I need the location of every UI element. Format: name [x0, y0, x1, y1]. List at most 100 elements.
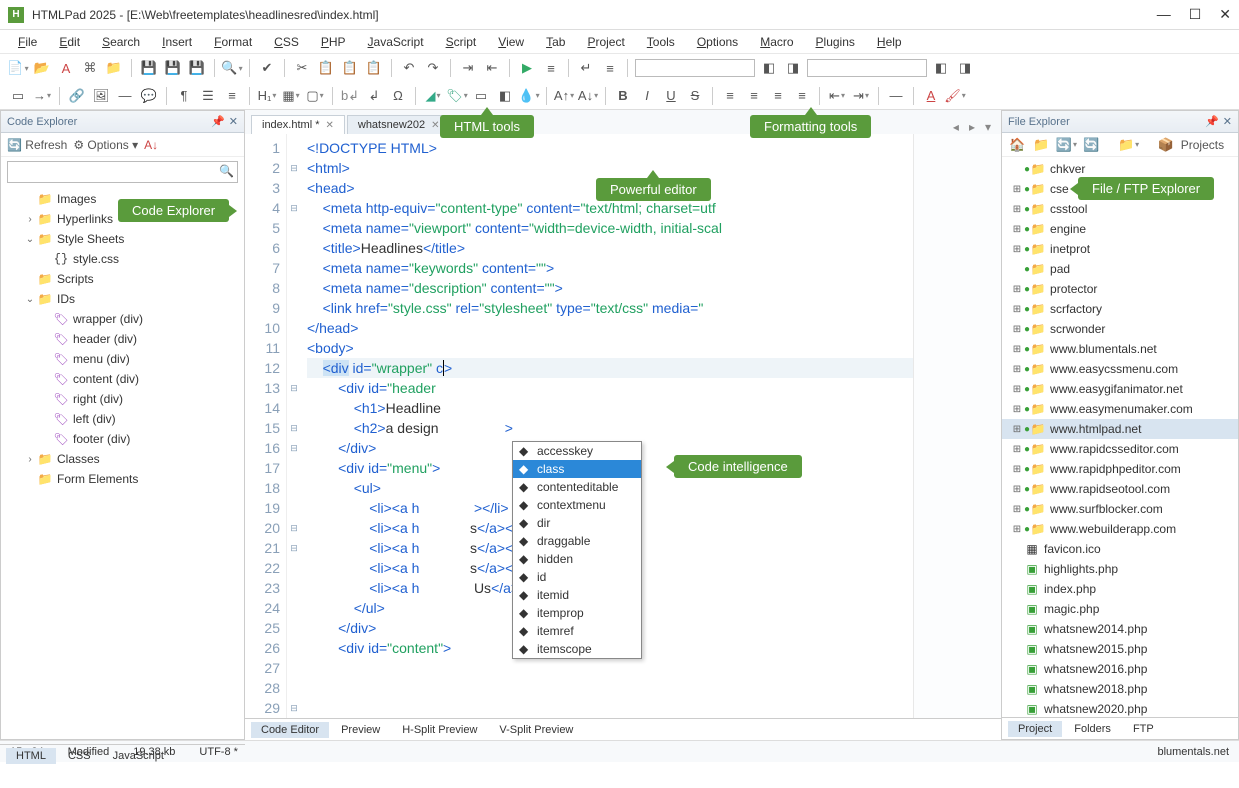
paragraph-icon[interactable]: ¶ — [174, 86, 194, 106]
tree-item[interactable]: 🏷content (div) — [1, 369, 244, 389]
bottom-tab[interactable]: CSS — [58, 748, 101, 764]
save-as-button[interactable]: 💾 — [187, 58, 207, 78]
pin-icon[interactable]: 📌 — [1205, 115, 1219, 128]
tree-item[interactable]: ⊞● 📁www.rapidcsseditor.com — [1002, 439, 1238, 459]
word-wrap-button[interactable]: ↵ — [576, 58, 596, 78]
tag-icon[interactable]: 🏷 — [447, 86, 467, 106]
folder-icon[interactable]: 📁 — [1032, 135, 1050, 155]
menu-insert[interactable]: Insert — [152, 33, 202, 51]
code-explorer-search[interactable] — [7, 161, 238, 183]
tree-item[interactable]: ⊞● 📁www.rapidphpeditor.com — [1002, 459, 1238, 479]
bottom-tab[interactable]: H-Split Preview — [392, 722, 487, 738]
close-panel-icon[interactable]: ✕ — [1223, 115, 1232, 128]
spellcheck-button[interactable]: ✔ — [257, 58, 277, 78]
pin-icon[interactable]: 📌 — [211, 115, 225, 128]
refresh-button[interactable]: 🔄 Refresh — [7, 138, 67, 152]
list-ul-icon[interactable]: ☰ — [198, 86, 218, 106]
menu-macro[interactable]: Macro — [750, 33, 803, 51]
align-left-icon[interactable]: ≡ — [720, 86, 740, 106]
autocomplete-item[interactable]: ◆itemprop — [513, 604, 641, 622]
tree-item[interactable]: ⊞● 📁inetprot — [1002, 239, 1238, 259]
redo-button[interactable]: ↷ — [423, 58, 443, 78]
menu-css[interactable]: CSS — [264, 33, 309, 51]
undo-button[interactable]: ↶ — [399, 58, 419, 78]
anchor-icon[interactable]: — — [115, 86, 135, 106]
omega-icon[interactable]: Ω — [388, 86, 408, 106]
bottom-tab[interactable]: Folders — [1064, 721, 1121, 737]
combobox-1[interactable] — [635, 59, 755, 77]
tree-item[interactable]: ⊞● 📁www.surfblocker.com — [1002, 499, 1238, 519]
sort-button[interactable]: A↓ — [144, 138, 158, 152]
close-panel-icon[interactable]: ✕ — [229, 115, 238, 128]
indent-right-icon[interactable]: ⇥ — [851, 86, 871, 106]
tab-next-icon[interactable]: ▸ — [965, 120, 979, 134]
bottom-tab[interactable]: FTP — [1123, 721, 1164, 737]
home-icon[interactable]: 🏠 — [1008, 135, 1026, 155]
tree-item[interactable]: ⊞● 📁scrfactory — [1002, 299, 1238, 319]
copy-button[interactable]: 📋 — [316, 58, 336, 78]
tree-item[interactable]: 📁Scripts — [1, 269, 244, 289]
font-inc-icon[interactable]: A↑ — [554, 86, 574, 106]
tree-item[interactable]: ⊞● 📁scrwonder — [1002, 319, 1238, 339]
new-file-button[interactable]: 📄 — [8, 58, 28, 78]
link-icon[interactable]: 🔗 — [67, 86, 87, 106]
bottom-tab[interactable]: JavaScript — [103, 748, 174, 764]
combobox-2[interactable] — [807, 59, 927, 77]
tree-item[interactable]: ▣whatsnew2015.php — [1002, 639, 1238, 659]
bottom-tab[interactable]: Project — [1008, 721, 1062, 737]
menu-script[interactable]: Script — [436, 33, 487, 51]
font-dec-icon[interactable]: A↓ — [578, 86, 598, 106]
minimap[interactable] — [913, 134, 1001, 718]
form-icon[interactable]: ▢ — [305, 86, 325, 106]
tree-item[interactable]: ⌄📁IDs — [1, 289, 244, 309]
autocomplete-item[interactable]: ◆draggable — [513, 532, 641, 550]
bottom-tab[interactable]: V-Split Preview — [489, 722, 583, 738]
text-color-icon[interactable]: A — [921, 86, 941, 106]
tree-item[interactable]: ⊞● 📁www.easygifanimator.net — [1002, 379, 1238, 399]
editor-tab[interactable]: whatsnew202✕ — [347, 115, 451, 134]
align-center-icon[interactable]: ≡ — [744, 86, 764, 106]
new-folder-icon[interactable]: 📁 — [1119, 135, 1139, 155]
comment-icon[interactable]: 💬 — [139, 86, 159, 106]
outdent-button[interactable]: ⇤ — [482, 58, 502, 78]
html-doc-button[interactable]: A — [56, 58, 76, 78]
tree-item[interactable]: 📁Form Elements — [1, 469, 244, 489]
tree-item[interactable]: ▣whatsnew2016.php — [1002, 659, 1238, 679]
tree-item[interactable]: 🏷right (div) — [1, 389, 244, 409]
menu-project[interactable]: Project — [577, 33, 634, 51]
options-button[interactable]: ⚙ Options ▾ — [73, 138, 138, 152]
menu-tab[interactable]: Tab — [536, 33, 575, 51]
strike-icon[interactable]: S — [685, 86, 705, 106]
autocomplete-item[interactable]: ◆contextmenu — [513, 496, 641, 514]
tab-menu-icon[interactable]: ▾ — [981, 120, 995, 134]
autocomplete-item[interactable]: ◆accesskey — [513, 442, 641, 460]
projects-label[interactable]: Projects — [1181, 138, 1224, 152]
tree-item[interactable]: ▣magic.php — [1002, 599, 1238, 619]
tb2-arrow[interactable]: → — [32, 86, 52, 106]
css-button[interactable]: ≡ — [600, 58, 620, 78]
tree-item[interactable]: ⊞● 📁protector — [1002, 279, 1238, 299]
find-button[interactable]: 🔍 — [222, 58, 242, 78]
editor-tab[interactable]: index.html *✕ — [251, 115, 345, 134]
refresh-icon[interactable]: 🔄 — [1056, 135, 1076, 155]
menu-help[interactable]: Help — [867, 33, 912, 51]
open-button[interactable]: 📁 — [104, 58, 124, 78]
combo2-btn2[interactable]: ◨ — [955, 58, 975, 78]
italic-icon[interactable]: I — [637, 86, 657, 106]
menu-plugins[interactable]: Plugins — [806, 33, 865, 51]
heading-icon[interactable]: H₁ — [257, 86, 277, 106]
tree-item[interactable]: ● 📁chkver — [1002, 159, 1238, 179]
paint-icon[interactable]: 🖌 — [945, 86, 965, 106]
menu-tools[interactable]: Tools — [637, 33, 685, 51]
tree-item[interactable]: ⊞● 📁www.easycssmenu.com — [1002, 359, 1238, 379]
menu-edit[interactable]: Edit — [49, 33, 90, 51]
tree-item[interactable]: ⊞● 📁www.blumentals.net — [1002, 339, 1238, 359]
color-icon[interactable]: ◧ — [495, 86, 515, 106]
bold-icon[interactable]: B — [613, 86, 633, 106]
bottom-tab[interactable]: Code Editor — [251, 722, 329, 738]
hr-icon[interactable]: — — [886, 86, 906, 106]
validate-button[interactable]: ≡ — [541, 58, 561, 78]
list-ol-icon[interactable]: ≡ — [222, 86, 242, 106]
bottom-tab[interactable]: HTML — [6, 748, 56, 764]
return-icon[interactable]: ↲ — [364, 86, 384, 106]
